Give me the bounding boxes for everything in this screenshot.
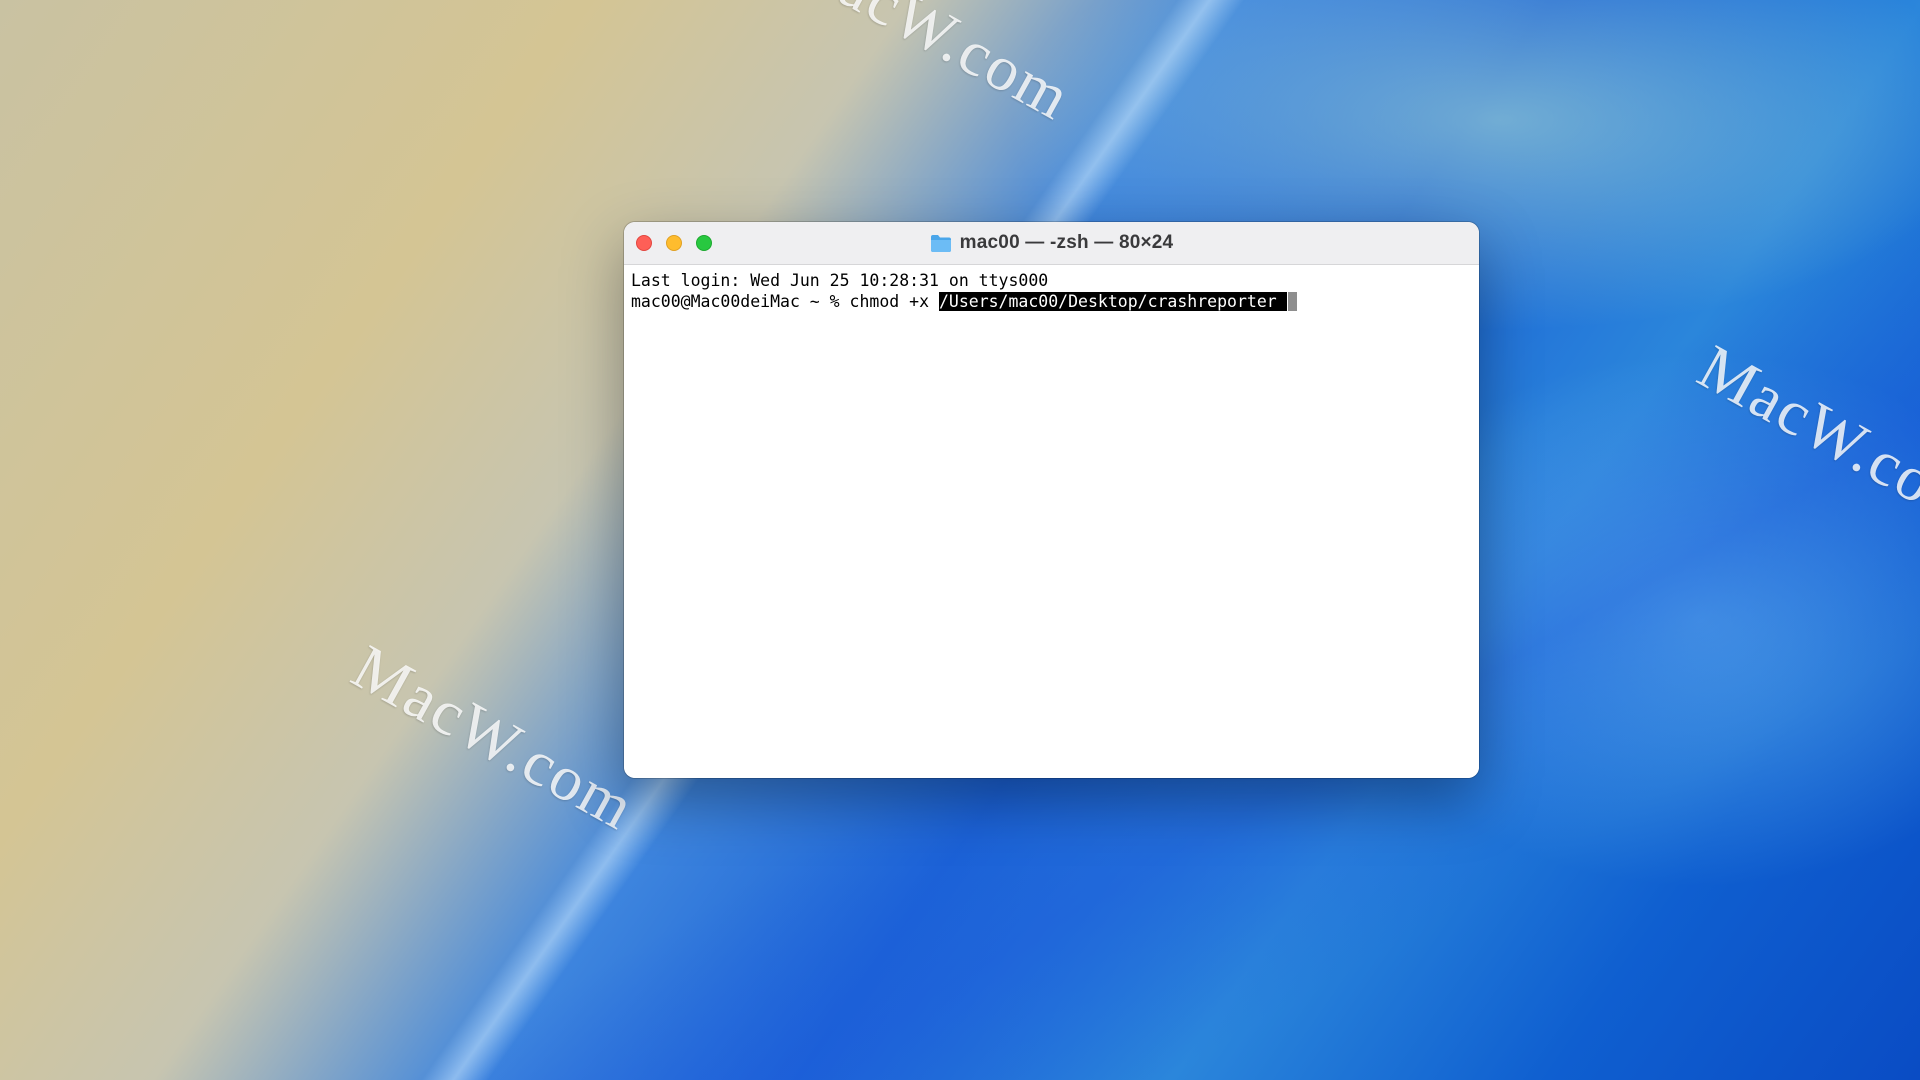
command-prompt: mac00@Mac00deiMac ~ % chmod +x (631, 292, 939, 311)
title-bar[interactable]: mac00 — -zsh — 80×24 (624, 222, 1479, 265)
window-title-group: mac00 — -zsh — 80×24 (624, 222, 1479, 264)
terminal-output[interactable]: Last login: Wed Jun 25 10:28:31 on ttys0… (624, 265, 1479, 778)
command-line[interactable]: mac00@Mac00deiMac ~ % chmod +x /Users/ma… (631, 291, 1472, 312)
selected-path[interactable]: /Users/mac00/Desktop/crashreporter (938, 292, 1287, 311)
window-title: mac00 — -zsh — 80×24 (959, 232, 1174, 253)
text-cursor (1287, 292, 1297, 311)
terminal-window[interactable]: mac00 — -zsh — 80×24 Last login: Wed Jun… (624, 222, 1479, 778)
folder-icon (930, 235, 951, 252)
last-login-line: Last login: Wed Jun 25 10:28:31 on ttys0… (631, 271, 1049, 290)
